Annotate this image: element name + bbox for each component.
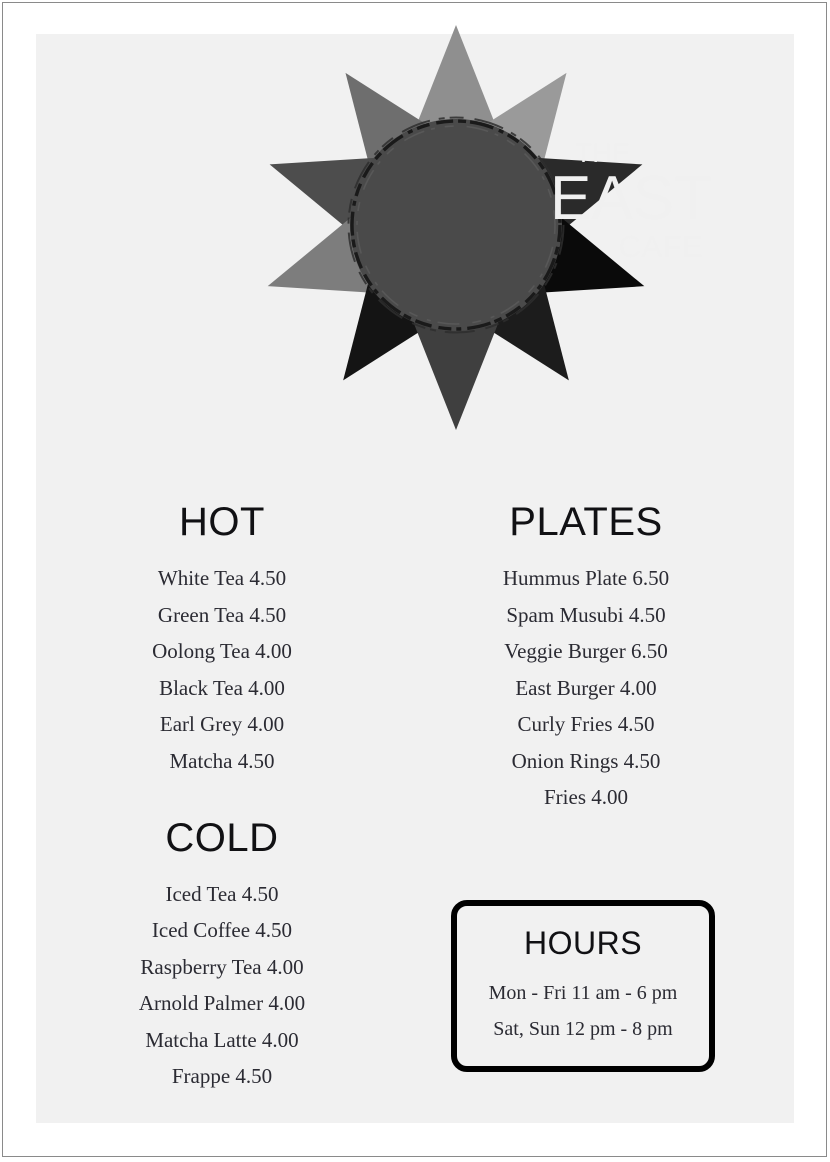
section-title-hot: HOT [179, 500, 265, 544]
hours-box: HOURS Mon - Fri 11 am - 6 pm Sat, Sun 12… [451, 900, 715, 1072]
section-title-cold: COLD [165, 815, 279, 860]
menu-item: Hummus Plate 6.50 [502, 566, 670, 590]
menu-page: THE EAST CAFE HOT White Tea 4.50 Green T… [0, 0, 830, 1162]
menu-item: Arnold Palmer 4.00 [138, 991, 306, 1015]
hours-lines: Mon - Fri 11 am - 6 pm Sat, Sun 12 pm - … [457, 983, 709, 1039]
menu-list-hot: White Tea 4.50 Green Tea 4.50 Oolong Tea… [72, 568, 372, 772]
menu-item: Fries 4.00 [544, 785, 628, 809]
menu-item: White Tea 4.50 [157, 566, 287, 590]
menu-item: Matcha Latte 4.00 [145, 1027, 299, 1052]
menu-column-right: PLATES Hummus Plate 6.50 Spam Musubi 4.5… [436, 502, 736, 824]
menu-item: Iced Tea 4.50 [165, 881, 279, 906]
menu-item: Oolong Tea 4.00 [152, 639, 292, 663]
menu-list-cold: Iced Tea 4.50 Iced Coffee 4.50 Raspberry… [72, 881, 372, 1088]
menu-list-plates: Hummus Plate 6.50 Spam Musubi 4.50 Veggi… [436, 568, 736, 808]
menu-item: Green Tea 4.50 [157, 602, 287, 627]
hours-line-weekend: Sat, Sun 12 pm - 8 pm [493, 1018, 673, 1040]
menu-item: Matcha 4.50 [169, 748, 275, 773]
menu-column-left: HOT White Tea 4.50 Green Tea 4.50 Oolong… [72, 502, 372, 1103]
menu-item: Frappe 4.50 [171, 1064, 273, 1088]
menu-item: Raspberry Tea 4.00 [140, 954, 304, 979]
menu-item: East Burger 4.00 [515, 675, 657, 700]
menu-item: Curly Fries 4.50 [517, 712, 655, 736]
menu-item: Earl Grey 4.00 [159, 712, 285, 736]
menu-panel: THE EAST CAFE HOT White Tea 4.50 Green T… [36, 34, 794, 1123]
section-title-plates: PLATES [509, 500, 663, 544]
menu-item: Black Tea 4.00 [159, 675, 285, 700]
menu-item: Onion Rings 4.50 [511, 748, 661, 773]
hours-title: HOURS [523, 925, 643, 961]
menu-item: Iced Coffee 4.50 [151, 918, 293, 942]
hours-line-weekday: Mon - Fri 11 am - 6 pm [488, 982, 678, 1004]
menu-item: Veggie Burger 6.50 [504, 639, 668, 663]
menu-item: Spam Musubi 4.50 [506, 602, 666, 627]
the-east-cafe-logo: THE EAST CAFE [211, 10, 731, 430]
